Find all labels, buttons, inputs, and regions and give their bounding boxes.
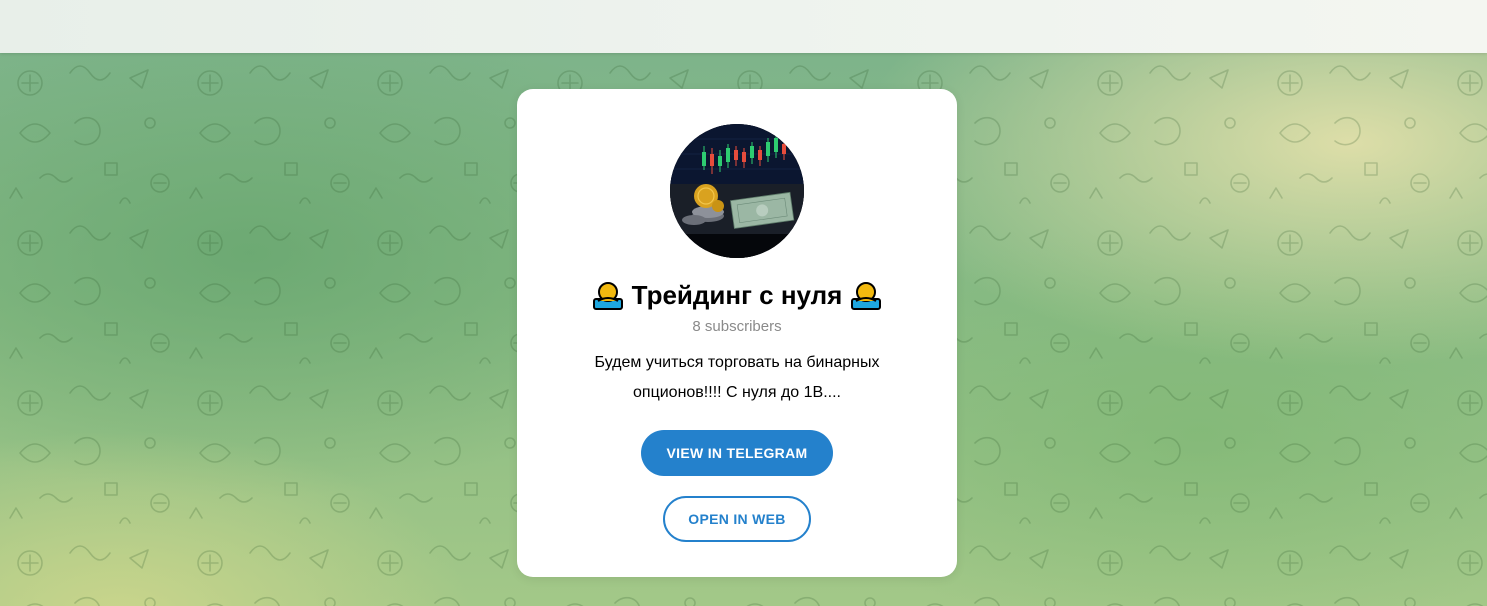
- subscriber-count: 8 subscribers: [692, 318, 782, 335]
- bust-in-silhouette-icon: [592, 279, 624, 311]
- channel-description: Будем учиться торговать на бинарных опци…: [594, 354, 880, 401]
- channel-title-row: Трейдинг с нуля: [517, 277, 957, 313]
- channel-avatar: [670, 124, 804, 258]
- top-bar: [0, 0, 1487, 53]
- open-in-web-button[interactable]: OPEN IN WEB: [663, 496, 811, 542]
- bust-in-silhouette-icon: [850, 279, 882, 311]
- view-in-telegram-button[interactable]: VIEW IN TELEGRAM: [641, 430, 833, 476]
- channel-card: Трейдинг с нуля 8 subscribers Будем учит…: [517, 89, 957, 577]
- trading-chart-avatar-image: [670, 124, 804, 258]
- channel-title: Трейдинг с нуля: [631, 280, 843, 310]
